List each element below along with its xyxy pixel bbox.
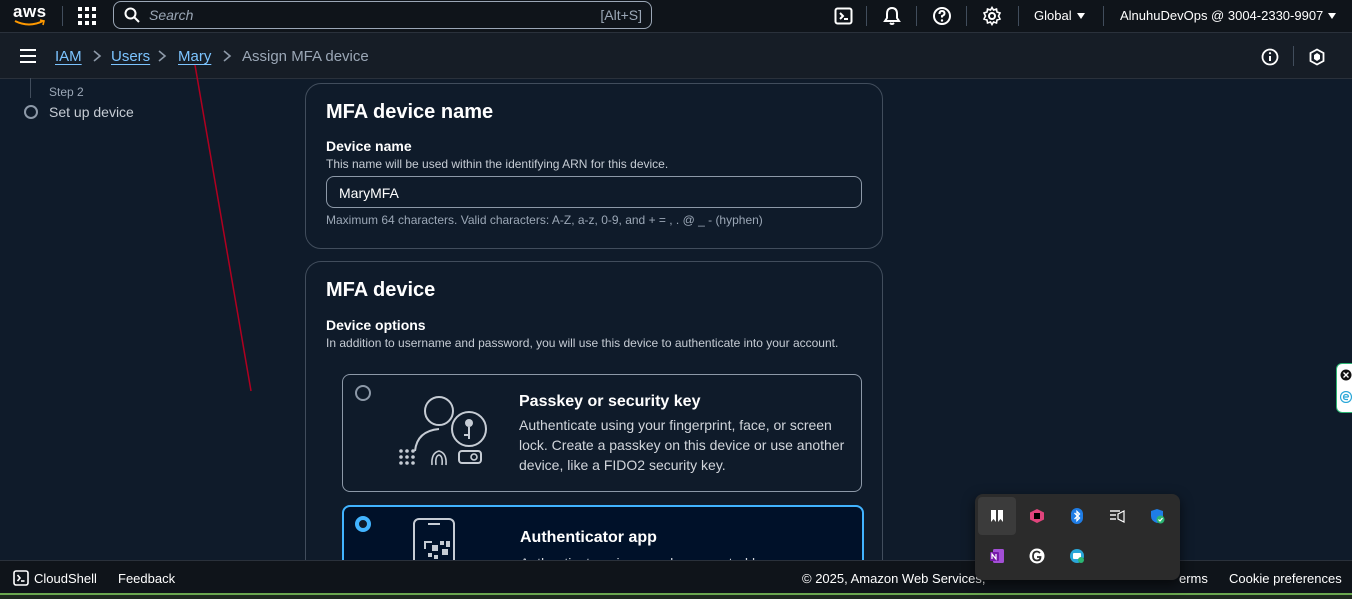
device-options-description: In addition to username and password, yo… bbox=[326, 336, 839, 350]
settings-gear-icon[interactable] bbox=[982, 6, 1002, 26]
footer-cloudshell-link[interactable]: CloudShell bbox=[34, 571, 97, 586]
panel-heading: MFA device bbox=[326, 279, 436, 301]
mfa-device-name-panel: MFA device name Device name This name wi… bbox=[305, 83, 883, 249]
caret-down-icon bbox=[1076, 12, 1085, 19]
breadcrumb-mary[interactable]: Mary bbox=[178, 48, 211, 65]
extension-logo-icon[interactable] bbox=[1340, 391, 1352, 403]
step-title[interactable]: Set up device bbox=[49, 104, 134, 120]
option-authenticator-title: Authenticator app bbox=[520, 529, 657, 546]
account-menu[interactable]: AlnuhuDevOps @ 3004-2330-9907 bbox=[1120, 8, 1337, 23]
divider bbox=[866, 6, 867, 26]
divider bbox=[62, 6, 63, 26]
search-input[interactable]: Search [Alt+S] bbox=[113, 1, 652, 29]
tray-app-flag-icon[interactable] bbox=[978, 497, 1016, 535]
divider bbox=[966, 6, 967, 26]
footer-copyright: © 2025, Amazon Web Services, bbox=[802, 571, 986, 586]
device-name-label: Device name bbox=[326, 138, 412, 154]
hexagon-settings-icon[interactable] bbox=[1308, 48, 1326, 66]
device-name-constraint: Maximum 64 characters. Valid characters:… bbox=[326, 213, 763, 227]
browser-side-widget[interactable] bbox=[1336, 363, 1352, 413]
chevron-right-icon bbox=[93, 50, 102, 62]
panel-heading: MFA device name bbox=[326, 101, 494, 123]
divider bbox=[916, 6, 917, 26]
top-navigation-bar: aws Search [Alt+S] Global AlnuhuDevOps @… bbox=[0, 0, 1352, 33]
caret-down-icon bbox=[1328, 12, 1337, 19]
tray-bluetooth-icon[interactable] bbox=[1058, 497, 1096, 535]
breadcrumb-current: Assign MFA device bbox=[242, 48, 369, 65]
authenticator-radio-selected[interactable] bbox=[355, 516, 371, 532]
footer-terms-link[interactable]: erms bbox=[1179, 571, 1208, 586]
tray-teams-meeting-icon[interactable] bbox=[1058, 537, 1096, 575]
footer-cookie-preferences-link[interactable]: Cookie preferences bbox=[1229, 571, 1342, 586]
device-name-input[interactable]: MaryMFA bbox=[326, 176, 862, 208]
account-label: AlnuhuDevOps @ 3004-2330-9907 bbox=[1120, 8, 1324, 23]
tray-display-cast-icon[interactable] bbox=[1098, 497, 1136, 535]
close-circle-icon[interactable] bbox=[1340, 369, 1352, 381]
region-label: Global bbox=[1034, 8, 1072, 23]
divider bbox=[1018, 6, 1019, 26]
breadcrumb-iam[interactable]: IAM bbox=[55, 48, 82, 65]
option-passkey-description: Authenticate using your fingerprint, fac… bbox=[519, 417, 845, 473]
info-icon[interactable] bbox=[1261, 48, 1279, 66]
divider bbox=[1293, 46, 1294, 66]
device-name-value: MaryMFA bbox=[339, 185, 399, 201]
tray-grammarly-icon[interactable] bbox=[1018, 537, 1056, 575]
system-tray-overflow bbox=[975, 494, 1180, 580]
services-grid-icon[interactable] bbox=[78, 7, 96, 25]
tray-onenote-icon[interactable] bbox=[978, 537, 1016, 575]
chevron-right-icon bbox=[223, 50, 232, 62]
cloudshell-icon[interactable] bbox=[834, 6, 854, 26]
step-connector bbox=[30, 78, 31, 98]
step-number-label: Step 2 bbox=[49, 85, 84, 99]
aws-smile-icon bbox=[14, 19, 45, 26]
option-passkey-title: Passkey or security key bbox=[519, 393, 701, 410]
taskbar-edge bbox=[0, 593, 1352, 599]
search-icon bbox=[124, 7, 140, 23]
passkey-illustration-icon bbox=[399, 396, 487, 466]
footer-feedback-link[interactable]: Feedback bbox=[118, 571, 175, 586]
help-icon[interactable] bbox=[932, 6, 952, 26]
menu-hamburger-icon[interactable] bbox=[20, 49, 36, 63]
search-shortcut: [Alt+S] bbox=[600, 7, 642, 23]
option-passkey[interactable]: Passkey or security key Authenticate usi… bbox=[342, 374, 862, 492]
divider bbox=[1103, 6, 1104, 26]
aws-logo[interactable]: aws bbox=[13, 3, 49, 29]
taskbar-accent-line bbox=[0, 593, 1352, 595]
notifications-bell-icon[interactable] bbox=[882, 6, 902, 26]
cloudshell-icon bbox=[13, 570, 29, 586]
device-name-description: This name will be used within the identi… bbox=[326, 157, 669, 171]
search-placeholder: Search bbox=[149, 7, 194, 23]
breadcrumb-users[interactable]: Users bbox=[111, 48, 150, 65]
step-status-circle-icon bbox=[24, 105, 38, 119]
mfa-device-panel: MFA device Device options In addition to… bbox=[305, 261, 883, 599]
region-selector[interactable]: Global bbox=[1034, 8, 1085, 23]
tray-jetbrains-toolbox-icon[interactable] bbox=[1018, 497, 1056, 535]
passkey-radio[interactable] bbox=[355, 385, 371, 401]
tray-security-shield-icon[interactable] bbox=[1138, 497, 1176, 535]
device-options-label: Device options bbox=[326, 317, 426, 333]
chevron-right-icon bbox=[158, 50, 167, 62]
breadcrumb-bar: IAM Users Mary Assign MFA device bbox=[0, 33, 1352, 79]
